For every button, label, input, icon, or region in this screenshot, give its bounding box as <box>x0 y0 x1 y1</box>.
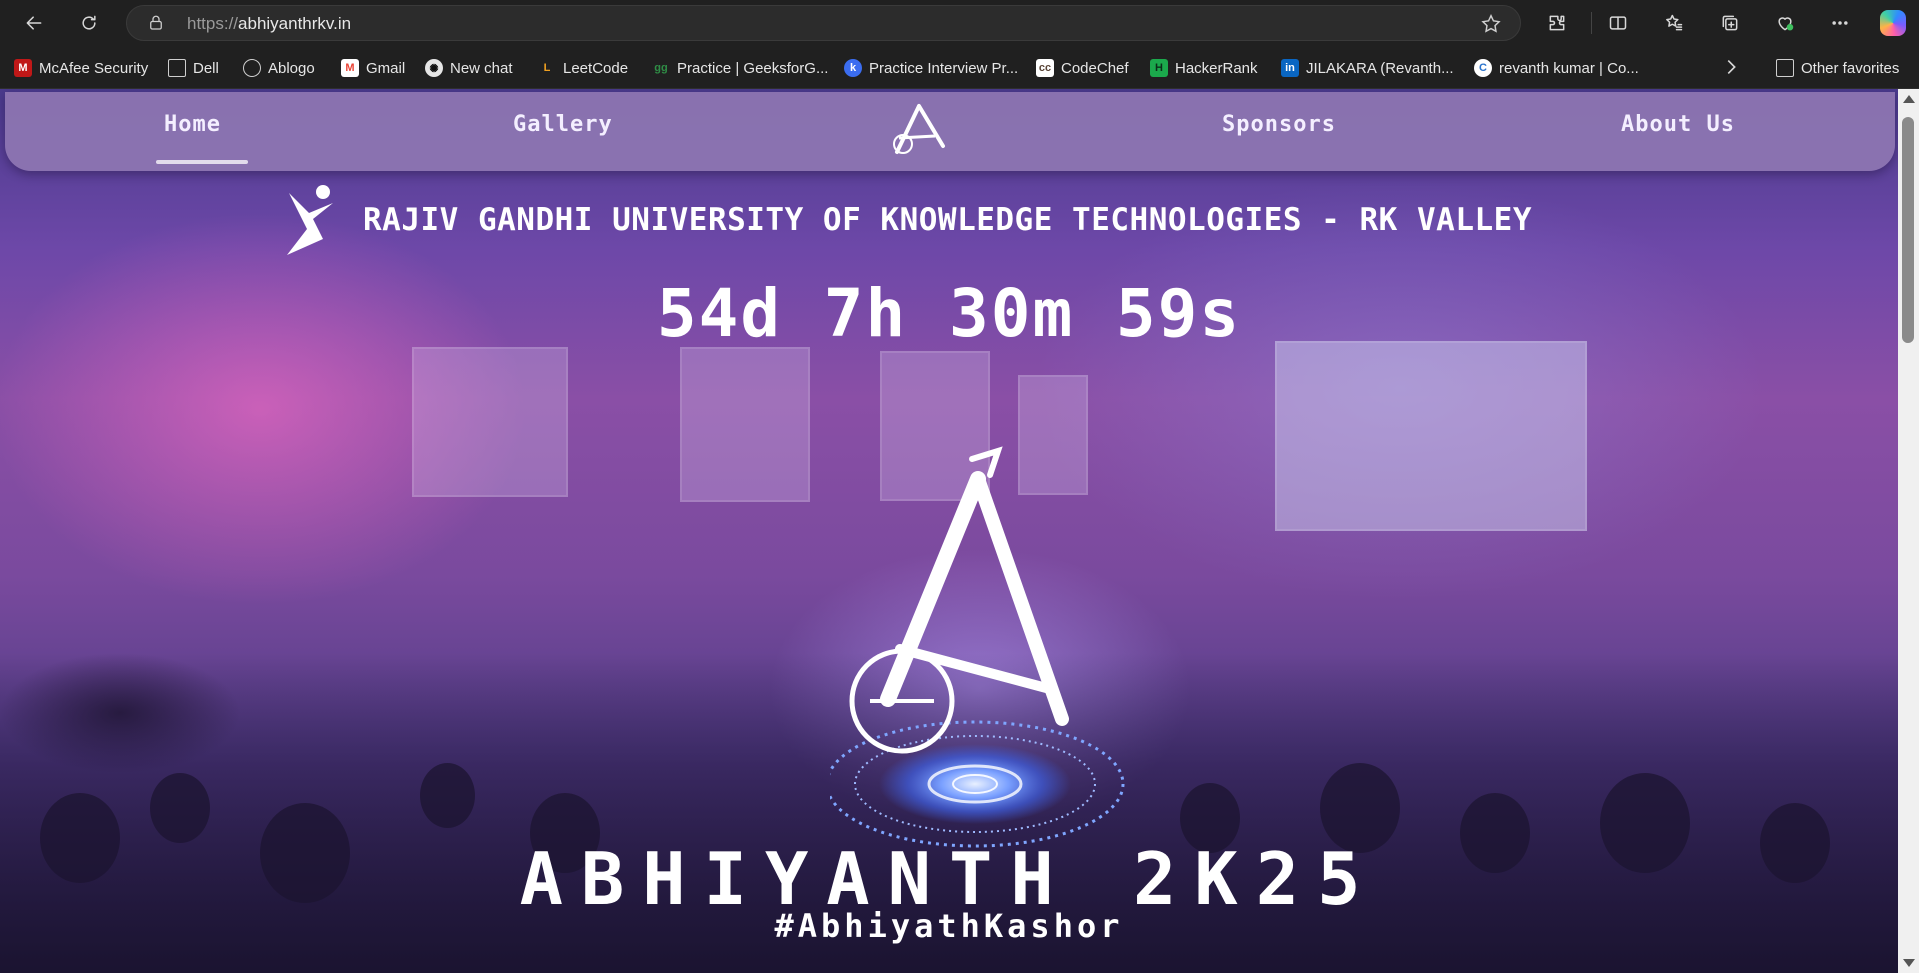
countdown-timer: 54d 7h 30m 59s <box>656 275 1242 352</box>
bookmark-label: McAfee Security <box>39 59 149 77</box>
bookmark-geeksforgeeks[interactable]: gg Practice | GeeksforG... <box>652 57 828 79</box>
university-name: RAJIV GANDHI UNIVERSITY OF KNOWLEDGE TEC… <box>363 202 1532 238</box>
page-viewport: Home Gallery Sponsors About Us RAJIV GAN… <box>0 89 1919 973</box>
bookmark-coursera[interactable]: C revanth kumar | Co... <box>1474 57 1639 79</box>
split-screen-icon[interactable] <box>1601 6 1635 40</box>
browser-essentials-icon[interactable] <box>1768 6 1802 40</box>
nav-home[interactable]: Home <box>164 112 221 137</box>
bookmark-hackerrank[interactable]: H HackerRank <box>1150 57 1258 79</box>
bookmark-label: Practice | GeeksforG... <box>677 59 829 77</box>
bookmark-label: CodeChef <box>1061 59 1129 77</box>
mcafee-icon: M <box>14 59 32 77</box>
bookmark-gmail[interactable]: M Gmail <box>341 57 405 79</box>
collections-icon[interactable] <box>1713 6 1747 40</box>
bookmark-leetcode[interactable]: L LeetCode <box>538 57 628 79</box>
address-bar[interactable]: https://abhiyanthrkv.in <box>126 5 1521 41</box>
hackerrank-icon: H <box>1150 59 1168 77</box>
lock-icon[interactable] <box>147 14 165 32</box>
refresh-icon[interactable] <box>72 6 106 40</box>
copilot-icon[interactable] <box>1880 10 1906 36</box>
chatgpt-icon: ✺ <box>425 59 443 77</box>
bookmark-label: HackerRank <box>1175 59 1258 77</box>
page-scrollbar[interactable] <box>1898 89 1919 973</box>
bookmark-other-favorites[interactable]: Other favorites <box>1776 57 1899 79</box>
stage-screen <box>412 347 568 497</box>
stage-screen <box>1275 341 1587 531</box>
bookmark-label: Ablogo <box>268 59 315 77</box>
site-navbar: Home Gallery Sponsors About Us <box>5 92 1895 171</box>
bookmarks-bar: M McAfee Security Dell Ablogo M Gmail ✺ … <box>0 46 1919 89</box>
university-heading: RAJIV GANDHI UNIVERSITY OF KNOWLEDGE TEC… <box>283 183 1532 257</box>
bookmark-interview-practice[interactable]: k Practice Interview Pr... <box>844 57 1018 79</box>
bookmark-ablogo[interactable]: Ablogo <box>243 57 315 79</box>
favorites-icon[interactable] <box>1657 6 1691 40</box>
codechef-icon: cc <box>1036 59 1054 77</box>
toolbar-divider <box>1591 12 1592 34</box>
bookmark-dell[interactable]: Dell <box>168 57 219 79</box>
coursera-icon: C <box>1474 59 1492 77</box>
url-protocol: https:// <box>187 14 239 33</box>
browser-toolbar: https://abhiyanthrkv.in <box>0 0 1919 46</box>
folder-icon <box>1776 59 1794 77</box>
interview-icon: k <box>844 59 862 77</box>
scroll-up-arrow-icon[interactable] <box>1903 95 1915 103</box>
folder-icon <box>168 59 186 77</box>
bookmark-label: Other favorites <box>1801 59 1900 77</box>
stage-screen <box>680 347 810 502</box>
bookmark-label: LeetCode <box>563 59 629 77</box>
nav-active-indicator <box>156 160 248 164</box>
back-icon[interactable] <box>17 6 51 40</box>
bookmark-label: Practice Interview Pr... <box>869 59 1019 77</box>
chevron-right-icon[interactable] <box>1720 56 1742 78</box>
bookmark-label: Gmail <box>366 59 406 77</box>
extensions-icon[interactable] <box>1540 6 1574 40</box>
linkedin-icon: in <box>1281 59 1299 77</box>
bookmark-label: revanth kumar | Co... <box>1499 59 1639 77</box>
nav-gallery[interactable]: Gallery <box>513 112 613 137</box>
event-hashtag: #AbhiyathKashor <box>774 907 1124 945</box>
scroll-down-arrow-icon[interactable] <box>1903 959 1915 967</box>
bookmark-mcafee[interactable]: M McAfee Security <box>14 57 148 79</box>
globe-icon <box>243 59 261 77</box>
bookmark-codechef[interactable]: cc CodeChef <box>1036 57 1129 79</box>
url-host: abhiyanthrkv.in <box>238 14 352 33</box>
url-text[interactable]: https://abhiyanthrkv.in <box>187 14 351 34</box>
nav-sponsors[interactable]: Sponsors <box>1222 112 1336 137</box>
leetcode-icon: L <box>543 62 551 74</box>
university-logo-icon <box>287 185 333 255</box>
bookmark-label: JILAKARA (Revanth... <box>1306 59 1454 77</box>
geeksforgeeks-icon: gg <box>654 62 668 74</box>
nav-about-us[interactable]: About Us <box>1621 112 1735 137</box>
bookmark-new-chat[interactable]: ✺ New chat <box>425 57 513 79</box>
gmail-icon: M <box>341 59 359 77</box>
favorite-star-icon[interactable] <box>1480 13 1502 35</box>
abhiyanth-logo-icon[interactable] <box>885 100 953 160</box>
scroll-thumb[interactable] <box>1902 117 1914 343</box>
bookmark-label: Dell <box>193 59 219 77</box>
bookmark-linkedin[interactable]: in JILAKARA (Revanth... <box>1281 57 1454 79</box>
more-options-icon[interactable] <box>1823 6 1857 40</box>
abhiyanth-emblem-icon <box>830 446 1125 848</box>
bookmark-label: New chat <box>450 59 513 77</box>
